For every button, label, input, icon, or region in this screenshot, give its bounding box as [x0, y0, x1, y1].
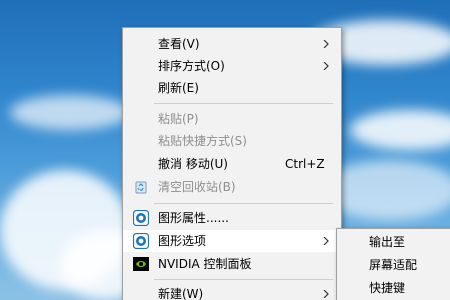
menu-item-label: 撤消 移动(U)	[158, 157, 228, 171]
menu-item-paste[interactable]: 粘贴(P)	[123, 108, 341, 130]
menu-item-paste-shortcut[interactable]: 粘贴快捷方式(S)	[123, 130, 341, 152]
nvidia-logo-icon	[133, 257, 149, 271]
menu-item-label: 查看(V)	[158, 37, 200, 51]
menu-item-label: 新建(W)	[158, 287, 204, 300]
desktop-context-menu: 查看(V) 排序方式(O) 刷新(E) 粘贴(P) 粘贴快捷方式(S) 撤消 移…	[122, 27, 342, 300]
chevron-right-icon	[323, 62, 329, 70]
chevron-right-icon	[323, 237, 329, 245]
cloud	[10, 95, 130, 130]
menu-separator	[154, 203, 333, 204]
cloud	[350, 110, 450, 150]
menu-item-label: 排序方式(O)	[158, 59, 225, 73]
menu-item-label: 图形选项	[158, 234, 207, 248]
graphics-options-submenu: 输出至 屏幕适配 快捷键	[336, 228, 450, 300]
submenu-item-label: 快捷键	[369, 281, 406, 295]
menu-item-graphics-options[interactable]: 图形选项	[123, 230, 341, 252]
intel-graphics-icon	[133, 233, 149, 249]
recycle-bin-icon	[135, 181, 147, 194]
menu-item-label: 刷新(E)	[158, 81, 199, 95]
chevron-right-icon	[323, 40, 329, 48]
menu-item-refresh[interactable]: 刷新(E)	[123, 77, 341, 99]
menu-separator	[154, 103, 333, 104]
chevron-right-icon	[323, 290, 329, 298]
menu-item-label: NVIDIA 控制面板	[158, 257, 252, 271]
menu-item-empty-recycle-bin[interactable]: 清空回收站(B)	[123, 176, 341, 198]
menu-separator	[154, 279, 333, 280]
submenu-item-hotkeys[interactable]: 快捷键	[337, 277, 450, 300]
menu-item-nvidia-control-panel[interactable]: NVIDIA 控制面板	[123, 253, 341, 275]
submenu-item-screen-fit[interactable]: 屏幕适配	[337, 254, 450, 277]
menu-item-graphics-properties[interactable]: 图形属性......	[123, 207, 341, 229]
menu-item-undo-move[interactable]: 撤消 移动(U) Ctrl+Z	[123, 153, 341, 175]
submenu-item-label: 输出至	[369, 235, 406, 249]
intel-graphics-icon	[133, 210, 149, 226]
menu-item-label: 清空回收站(B)	[158, 180, 236, 194]
menu-item-view[interactable]: 查看(V)	[123, 33, 341, 55]
menu-item-new[interactable]: 新建(W)	[123, 283, 341, 300]
menu-item-label: 粘贴快捷方式(S)	[158, 134, 247, 148]
menu-item-sort-by[interactable]: 排序方式(O)	[123, 55, 341, 77]
submenu-item-output-to[interactable]: 输出至	[337, 231, 450, 254]
menu-item-label: 粘贴(P)	[158, 112, 199, 126]
menu-item-shortcut: Ctrl+Z	[285, 157, 325, 171]
menu-item-label: 图形属性......	[158, 211, 229, 225]
submenu-item-label: 屏幕适配	[369, 258, 418, 272]
